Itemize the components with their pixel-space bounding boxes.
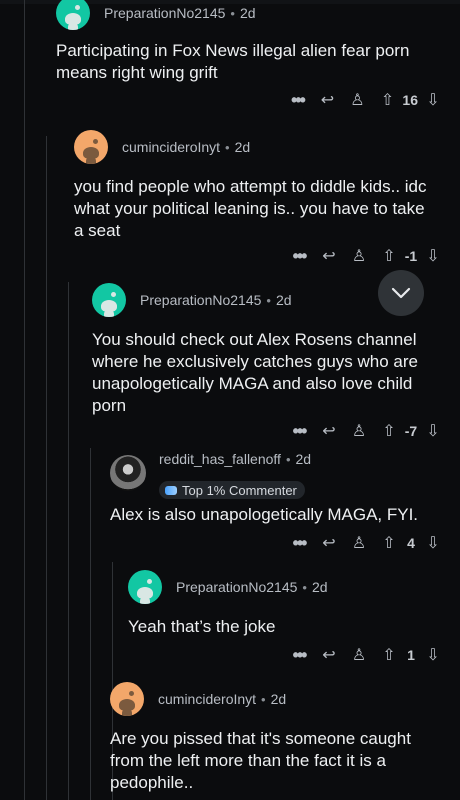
timestamp: 2d xyxy=(234,139,251,155)
downvote-icon[interactable]: ⇩ xyxy=(418,244,448,268)
reply-icon[interactable]: ↩ xyxy=(314,531,344,555)
separator: • xyxy=(302,579,307,595)
comment-1: PreparationNo2145 • 2d Participating in … xyxy=(56,0,460,126)
avatar[interactable] xyxy=(56,0,90,30)
avatar[interactable] xyxy=(110,455,146,491)
award-icon[interactable]: ♙ xyxy=(344,244,374,268)
timestamp: 2d xyxy=(275,292,292,308)
thread-line-4[interactable] xyxy=(90,448,91,800)
username[interactable]: cumincideroInyt xyxy=(158,691,256,707)
downvote-icon[interactable]: ⇩ xyxy=(418,419,448,443)
reply-icon[interactable]: ↩ xyxy=(312,88,342,112)
more-options-icon[interactable]: ••• xyxy=(284,244,314,268)
collapse-thread-button[interactable] xyxy=(378,270,424,316)
upvote-icon[interactable]: ⇧ xyxy=(372,88,402,112)
award-icon[interactable]: ♙ xyxy=(342,88,372,112)
comment-actions: ••• ↩ ♙ ⇧ -7 ⇩ xyxy=(284,419,448,443)
comment-actions: ••• ↩ ♙ ⇧ 4 ⇩ xyxy=(284,531,448,555)
comment-body: you find people who attempt to diddle ki… xyxy=(74,177,427,240)
flair-badge-icon xyxy=(165,485,177,495)
username[interactable]: PreparationNo2145 xyxy=(140,292,261,308)
comment-4: reddit_has_fallenoff • 2d Top 1% Comment… xyxy=(110,451,460,560)
username[interactable]: PreparationNo2145 xyxy=(176,579,297,595)
upvote-icon[interactable]: ⇧ xyxy=(374,643,404,667)
more-options-icon[interactable]: ••• xyxy=(284,643,314,667)
vote-score: 1 xyxy=(407,647,415,663)
separator: • xyxy=(266,292,271,308)
award-icon[interactable]: ♙ xyxy=(344,531,374,555)
upvote-icon[interactable]: ⇧ xyxy=(374,244,404,268)
vote-score: 4 xyxy=(407,535,415,551)
separator: • xyxy=(261,691,266,707)
separator: • xyxy=(225,139,230,155)
flair-label: Top 1% Commenter xyxy=(182,482,297,498)
comment-header: cumincideroInyt • 2d xyxy=(74,130,250,164)
avatar[interactable] xyxy=(92,283,126,317)
comment-header: reddit_has_fallenoff • 2d xyxy=(110,451,311,491)
comment-actions: ••• ↩ ♙ ⇧ 16 ⇩ xyxy=(282,88,448,112)
username[interactable]: PreparationNo2145 xyxy=(104,5,225,21)
username[interactable]: reddit_has_fallenoff xyxy=(159,451,281,467)
thread-line-2[interactable] xyxy=(46,136,47,800)
reply-icon[interactable]: ↩ xyxy=(314,643,344,667)
comment-body: Alex is also unapologetically MAGA, FYI. xyxy=(110,505,419,524)
username[interactable]: cumincideroInyt xyxy=(122,139,220,155)
timestamp: 2d xyxy=(311,579,328,595)
comment-2: cumincideroInyt • 2d you find people who… xyxy=(74,130,460,278)
vote-score: -1 xyxy=(404,248,418,264)
comment-header: PreparationNo2145 • 2d xyxy=(56,0,256,30)
award-icon[interactable]: ♙ xyxy=(344,419,374,443)
comment-actions: ••• ↩ ♙ ⇧ 1 ⇩ xyxy=(284,643,448,667)
comment-body: Participating in Fox News illegal alien … xyxy=(56,41,410,82)
timestamp: 2d xyxy=(295,451,312,467)
reply-icon[interactable]: ↩ xyxy=(314,419,344,443)
thread-line-1[interactable] xyxy=(24,0,25,800)
vote-score: 16 xyxy=(402,92,418,108)
comment-5: PreparationNo2145 • 2d Yeah that’s the j… xyxy=(128,570,460,670)
downvote-icon[interactable]: ⇩ xyxy=(418,531,448,555)
downvote-icon[interactable]: ⇩ xyxy=(418,88,448,112)
chevron-down-icon xyxy=(391,287,411,299)
comment-6: cumincideroInyt • 2d Are you pissed that… xyxy=(110,682,460,800)
thread-line-3[interactable] xyxy=(68,282,69,800)
comment-body: Yeah that’s the joke xyxy=(128,617,276,636)
separator: • xyxy=(285,451,291,467)
downvote-icon[interactable]: ⇩ xyxy=(418,643,448,667)
avatar[interactable] xyxy=(74,130,108,164)
comment-actions: ••• ↩ ♙ ⇧ -1 ⇩ xyxy=(284,244,448,268)
comment-header: PreparationNo2145 • 2d xyxy=(128,570,328,604)
reply-icon[interactable]: ↩ xyxy=(314,244,344,268)
comment-body: You should check out Alex Rosens channel… xyxy=(92,330,418,415)
comment-header: PreparationNo2145 • 2d xyxy=(92,283,292,317)
timestamp: 2d xyxy=(270,691,287,707)
comment-header: cumincideroInyt • 2d xyxy=(110,682,286,716)
award-icon[interactable]: ♙ xyxy=(344,643,374,667)
comment-body: Are you pissed that it's someone caught … xyxy=(110,729,411,792)
more-options-icon[interactable]: ••• xyxy=(284,419,314,443)
upvote-icon[interactable]: ⇧ xyxy=(374,419,404,443)
user-flair: Top 1% Commenter xyxy=(159,481,305,499)
avatar[interactable] xyxy=(128,570,162,604)
timestamp: 2d xyxy=(239,5,256,21)
more-options-icon[interactable]: ••• xyxy=(284,531,314,555)
avatar[interactable] xyxy=(110,682,144,716)
separator: • xyxy=(230,5,235,21)
vote-score: -7 xyxy=(404,423,418,439)
more-options-icon[interactable]: ••• xyxy=(282,88,312,112)
upvote-icon[interactable]: ⇧ xyxy=(374,531,404,555)
